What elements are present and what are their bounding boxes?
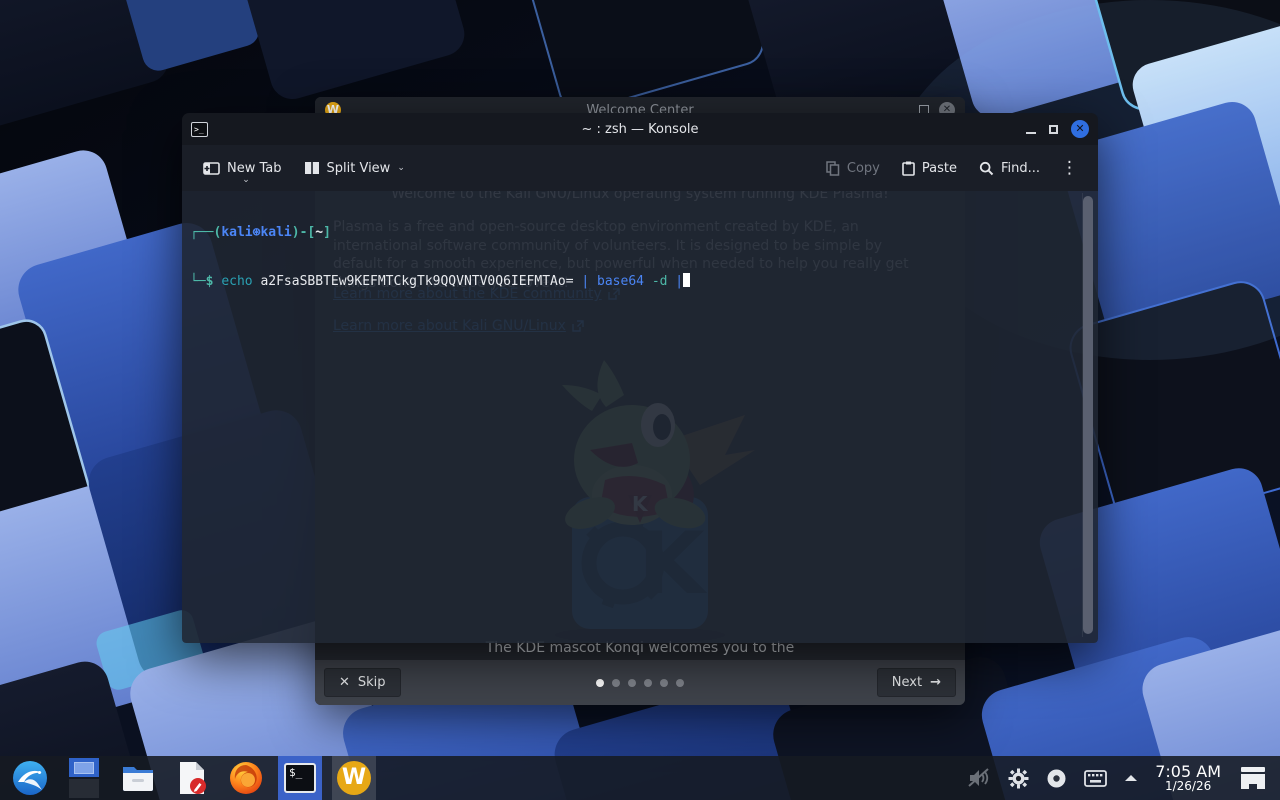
close-icon: ✕ — [339, 675, 350, 690]
arrow-right-icon: → — [930, 675, 941, 690]
copy-icon — [826, 160, 840, 176]
record-status-icon[interactable] — [1046, 768, 1067, 789]
new-tab-button[interactable]: New Tab ⌄ — [194, 154, 291, 185]
chevron-down-icon: ⌄ — [397, 163, 405, 173]
page-dot[interactable] — [676, 678, 684, 687]
expand-tray-icon[interactable] — [1124, 773, 1138, 783]
overflow-menu-button[interactable]: ⋮ — [1053, 154, 1086, 182]
prompt-line-2: └─$ echo a2FsaSBBTEw9KEFMTCkgTk9QQVNTV0Q… — [190, 273, 1098, 290]
find-label: Find... — [1000, 160, 1040, 176]
app-launcher-button[interactable] — [8, 756, 52, 800]
task-konsole-active[interactable]: $_ — [278, 756, 322, 800]
konsole-icon: $_ — [284, 763, 316, 793]
page-dot[interactable] — [628, 678, 636, 687]
search-icon — [979, 161, 994, 175]
chevron-down-icon: ⌄ — [242, 174, 250, 185]
folder-icon — [123, 767, 153, 791]
next-button[interactable]: Next → — [876, 668, 956, 697]
task-welcome-center[interactable]: W — [332, 756, 376, 800]
firefox-icon — [230, 762, 262, 794]
welcome-footer: ✕ Skip Next → — [315, 660, 965, 705]
skip-button-label: Skip — [357, 675, 386, 690]
welcome-center-icon: W — [337, 761, 371, 795]
copy-button[interactable]: Copy — [817, 154, 889, 183]
clock-time: 7:05 AM — [1155, 761, 1221, 781]
task-firefox[interactable] — [224, 756, 268, 800]
document-edit-icon — [180, 762, 206, 794]
konsole-window-title: ~ : zsh — Konsole — [581, 121, 699, 137]
audio-muted-icon[interactable] — [967, 767, 991, 789]
kali-menu-icon — [13, 761, 47, 795]
konsole-titlebar[interactable]: >_ ~ : zsh — Konsole ✕ — [182, 113, 1098, 145]
split-view-label: Split View — [326, 160, 391, 176]
pager-widget — [69, 758, 99, 798]
task-file-manager[interactable] — [116, 756, 160, 800]
page-dot[interactable] — [660, 678, 668, 687]
prompt-line-1: ┌──(kali⊛kali)-[~] — [190, 225, 331, 240]
kebab-menu-icon: ⋮ — [1061, 158, 1078, 178]
konsole-toolbar: New Tab ⌄ Split View ⌄ Copy Paste Find..… — [182, 145, 1098, 191]
split-view-button[interactable]: Split View ⌄ — [295, 154, 414, 183]
konsole-app-icon: >_ — [191, 121, 208, 137]
page-dot[interactable] — [596, 678, 604, 687]
next-button-label: Next — [891, 675, 923, 690]
find-button[interactable]: Find... — [970, 154, 1049, 183]
new-tab-label: New Tab — [227, 160, 282, 176]
maximize-button[interactable] — [1049, 124, 1058, 134]
page-dot[interactable] — [644, 678, 652, 687]
minimize-button[interactable] — [1026, 132, 1036, 134]
virtual-desktop-pager[interactable] — [62, 756, 106, 800]
page-dot[interactable] — [612, 678, 620, 687]
keyboard-layout-icon[interactable] — [1084, 769, 1108, 787]
desktop-2[interactable] — [69, 779, 99, 798]
clock-date: 1/26/26 — [1164, 779, 1212, 794]
skip-button[interactable]: ✕ Skip — [324, 668, 401, 697]
page-dots — [315, 678, 965, 687]
paste-icon — [902, 161, 915, 176]
settings-gear-icon[interactable] — [1008, 768, 1029, 789]
paste-button[interactable]: Paste — [893, 154, 966, 183]
terminal-output[interactable]: ┌──(kali⊛kali)-[~] └─$ echo a2FsaSBBTEw9… — [182, 191, 1098, 643]
taskbar: $_ W 7:05 AM 1/26/26 — [0, 756, 1280, 800]
close-button[interactable]: ✕ — [1071, 120, 1089, 138]
konsole-window: >_ ~ : zsh — Konsole ✕ New Tab ⌄ Split V… — [182, 113, 1098, 643]
digital-clock[interactable]: 7:05 AM 1/26/26 — [1155, 763, 1221, 794]
scrollbar-thumb[interactable] — [1083, 196, 1093, 634]
split-view-icon — [304, 162, 319, 174]
new-tab-icon — [203, 161, 220, 175]
desktop-1-active[interactable] — [69, 758, 99, 777]
task-text-editor[interactable] — [170, 756, 214, 800]
copy-label: Copy — [846, 160, 880, 176]
show-desktop-icon[interactable] — [1238, 765, 1268, 791]
text-cursor — [683, 273, 691, 287]
paste-label: Paste — [921, 160, 957, 176]
